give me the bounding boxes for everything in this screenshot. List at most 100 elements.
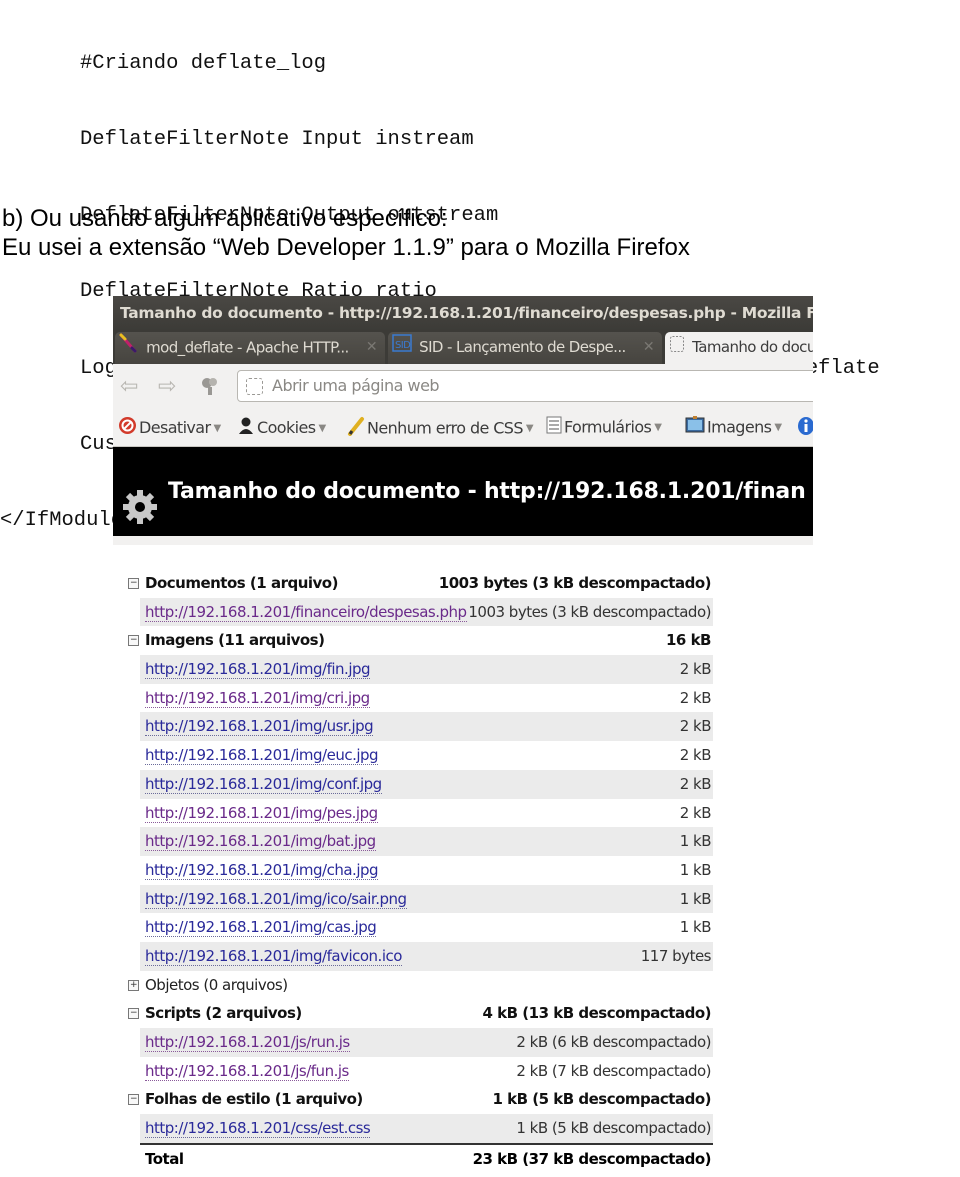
file-size: 2 kB <box>679 803 712 822</box>
table-row: http://192.168.1.201/img/cha.jpg 1 kB <box>140 856 713 885</box>
info-icon <box>797 416 813 442</box>
web-developer-toolbar: Desativar ▼ Cookies ▼ Nenhum erro de CSS ▼ … <box>113 410 813 447</box>
file-size: 2 kB <box>679 774 712 793</box>
collapse-icon[interactable]: − <box>128 578 139 589</box>
file-link[interactable]: http://192.168.1.201/img/bat.jpg <box>145 832 376 852</box>
table-row: http://192.168.1.201/img/fin.jpg 2 kB <box>140 655 713 684</box>
prose: b) Ou usando algum aplicativo específico… <box>2 204 690 262</box>
file-link[interactable]: http://192.168.1.201/img/usr.jpg <box>145 717 374 737</box>
close-tab-icon[interactable]: ✕ <box>643 332 655 362</box>
group-documentos: − Documentos (1 arquivo) 1003 bytes (3 k… <box>125 569 713 598</box>
file-link[interactable]: http://192.168.1.201/img/cha.jpg <box>145 860 379 880</box>
group-total: 4 kB (13 kB descompactado) <box>482 1004 712 1023</box>
total-row: Total 23 kB (37 kB descompactado) <box>140 1142 713 1174</box>
file-link[interactable]: http://192.168.1.201/css/est.css <box>145 1119 371 1139</box>
dropdown-arrow-icon: ▼ <box>318 422 326 434</box>
group-imagens: − Imagens (11 arquivos) 16 kB <box>125 626 713 655</box>
disable-icon <box>118 416 137 441</box>
browser-screenshot: Tamanho do documento - http://192.168.1.… <box>113 296 813 545</box>
devtool-css[interactable]: Nenhum erro de CSS ▼ <box>347 416 534 442</box>
table-row: http://192.168.1.201/img/usr.jpg 2 kB <box>140 712 713 742</box>
devtool-label: Imagens <box>707 417 772 437</box>
file-link[interactable]: http://192.168.1.201/img/ico/sair.png <box>145 889 407 909</box>
table-row: http://192.168.1.201/img/cri.jpg 2 kB <box>140 684 713 713</box>
window-title: Tamanho do documento - http://192.168.1.… <box>113 296 813 330</box>
group-folhas-de-estilo: − Folhas de estilo (1 arquivo) 1 kB (5 k… <box>125 1085 713 1114</box>
image-icon <box>685 416 705 440</box>
table-row: http://192.168.1.201/financeiro/despesas… <box>140 597 713 627</box>
file-link[interactable]: http://192.168.1.201/img/conf.jpg <box>145 774 382 794</box>
table-row: http://192.168.1.201/img/euc.jpg 2 kB <box>140 741 713 770</box>
tab-mod-deflate[interactable]: mod_deflate - Apache HTTP... ✕ <box>115 332 385 364</box>
identity-icon[interactable] <box>201 376 219 401</box>
devtool-formularios[interactable]: Formulários ▼ <box>546 416 662 440</box>
tab-bar: mod_deflate - Apache HTTP... ✕ SID SID -… <box>113 330 813 364</box>
group-objetos: + Objetos (0 arquivos) <box>125 971 713 1000</box>
file-link[interactable]: http://192.168.1.201/img/pes.jpg <box>145 803 378 823</box>
group-scripts: − Scripts (2 arquivos) 4 kB (13 kB desco… <box>125 999 713 1028</box>
document-size-report: − Documentos (1 arquivo) 1003 bytes (3 k… <box>125 569 713 1173</box>
close-tab-icon[interactable]: ✕ <box>366 332 378 362</box>
collapse-icon[interactable]: − <box>128 1008 139 1020</box>
devtool-cookies[interactable]: Cookies ▼ <box>237 416 326 441</box>
total-label: Total <box>145 1149 184 1168</box>
tab-tamanho[interactable]: Tamanho do docu <box>665 332 813 364</box>
file-size: 1 kB <box>679 860 712 879</box>
table-row: http://192.168.1.201/css/est.css 1 kB (5 … <box>140 1114 713 1143</box>
file-size: 1 kB <box>679 918 712 937</box>
devtool-desativar[interactable]: Desativar ▼ <box>118 416 221 441</box>
table-row: http://192.168.1.201/img/conf.jpg 2 kB <box>140 769 713 799</box>
file-size: 1 kB <box>679 889 712 908</box>
file-link[interactable]: http://192.168.1.201/js/run.js <box>145 1033 350 1052</box>
group-total: 16 kB <box>665 631 712 650</box>
tab-label: Tamanho do docu <box>692 338 813 356</box>
file-size: 2 kB <box>679 717 712 736</box>
file-link[interactable]: http://192.168.1.201/img/cri.jpg <box>145 688 370 708</box>
group-total: 1003 bytes (3 kB descompactado) <box>438 574 712 592</box>
file-link[interactable]: http://192.168.1.201/img/fin.jpg <box>145 660 371 680</box>
tab-sid[interactable]: SID SID - Lançamento de Despe... ✕ <box>388 332 662 364</box>
dropdown-arrow-icon: ▼ <box>654 422 662 433</box>
file-link[interactable]: http://192.168.1.201/img/cas.jpg <box>145 918 377 938</box>
feather-icon <box>119 332 139 364</box>
sid-icon: SID <box>392 333 412 363</box>
group-title: Objetos (0 arquivos) <box>145 975 288 994</box>
prose-line-2: Eu usei a extensão “Web Developer 1.1.9”… <box>2 234 690 261</box>
file-size: 2 kB <box>679 660 712 679</box>
group-total: 1 kB (5 kB descompactado) <box>492 1090 711 1109</box>
devtool-imagens[interactable]: Imagens ▼ <box>685 416 782 440</box>
file-link[interactable]: http://192.168.1.201/img/favicon.ico <box>145 946 402 966</box>
page-heading-text: Tamanho do documento - http://192.168.1.… <box>168 479 806 504</box>
dropdown-arrow-icon: ▼ <box>213 422 221 434</box>
collapse-icon[interactable]: − <box>128 1094 139 1106</box>
devtool-information[interactable] <box>797 416 813 442</box>
code-line: #Criando deflate_log <box>80 51 327 75</box>
file-link[interactable]: http://192.168.1.201/financeiro/despesas… <box>145 602 467 622</box>
dropdown-arrow-icon: ▼ <box>774 422 782 433</box>
group-title: Imagens (11 arquivos) <box>145 631 325 650</box>
back-button[interactable]: ⇦ <box>120 374 138 398</box>
url-input[interactable]: Abrir uma página web <box>237 370 813 402</box>
total-value: 23 kB (37 kB descompactado) <box>472 1149 712 1168</box>
prose-line-1: b) Ou usando algum aplicativo específico… <box>2 205 448 232</box>
svg-text:SID: SID <box>395 340 411 351</box>
devtool-label: Formulários <box>564 417 652 437</box>
dropdown-arrow-icon: ▼ <box>525 423 534 434</box>
code-line: DeflateFilterNote Input instream <box>80 128 474 152</box>
group-title: Scripts (2 arquivos) <box>145 1004 302 1023</box>
devtool-label: Nenhum erro de CSS <box>367 418 524 438</box>
file-link[interactable]: http://192.168.1.201/js/fun.js <box>145 1061 349 1081</box>
expand-icon[interactable]: + <box>128 979 139 991</box>
forward-button[interactable]: ⇨ <box>158 374 176 398</box>
file-size: 2 kB <box>679 746 712 765</box>
table-row: http://192.168.1.201/img/cas.jpg 1 kB <box>140 913 713 942</box>
file-link[interactable]: http://192.168.1.201/img/euc.jpg <box>145 746 379 766</box>
page-heading: Tamanho do documento - http://192.168.1.… <box>113 447 813 536</box>
file-size: 1003 bytes (3 kB descompactado) <box>468 602 711 621</box>
file-size: 1 kB <box>679 832 712 851</box>
pencil-icon <box>347 416 365 442</box>
collapse-icon[interactable]: − <box>128 635 139 647</box>
file-size: 2 kB <box>679 688 712 707</box>
group-title: Folhas de estilo (1 arquivo) <box>145 1090 363 1109</box>
table-row: http://192.168.1.201/js/fun.js 2 kB (7 kB… <box>140 1057 713 1086</box>
